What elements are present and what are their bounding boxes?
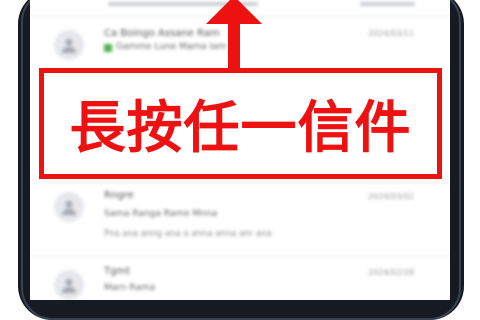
list-item-placeholder xyxy=(360,2,415,6)
arrow-up-icon xyxy=(228,22,240,70)
email-sender: Rngre xyxy=(104,190,134,201)
instruction-callout: 長按任一信件 xyxy=(39,68,442,179)
email-date: 2024/02/28 xyxy=(368,268,415,277)
arrow-up-icon-head xyxy=(206,0,262,24)
divider xyxy=(30,256,450,257)
person-icon xyxy=(54,30,84,60)
email-subject: Marn Rama xyxy=(104,283,156,293)
email-subject: Sama Ranga Rame Mnna xyxy=(104,209,218,219)
person-icon xyxy=(54,192,84,222)
email-sender: Tgmt xyxy=(104,266,131,277)
email-preview: Pna ana anng ana a anna anna anr ana xyxy=(104,229,272,239)
divider xyxy=(30,182,450,183)
email-date: 2024/03/11 xyxy=(368,29,415,38)
email-subject: Gamme Lune Mama Iam xyxy=(116,42,227,52)
email-date: 2024/03/02 xyxy=(368,192,415,201)
person-icon xyxy=(54,270,84,300)
label-tag xyxy=(104,44,112,52)
instruction-text: 長按任一信件 xyxy=(69,96,412,161)
email-sender: Ca Boingo Assane Ram xyxy=(104,28,220,39)
